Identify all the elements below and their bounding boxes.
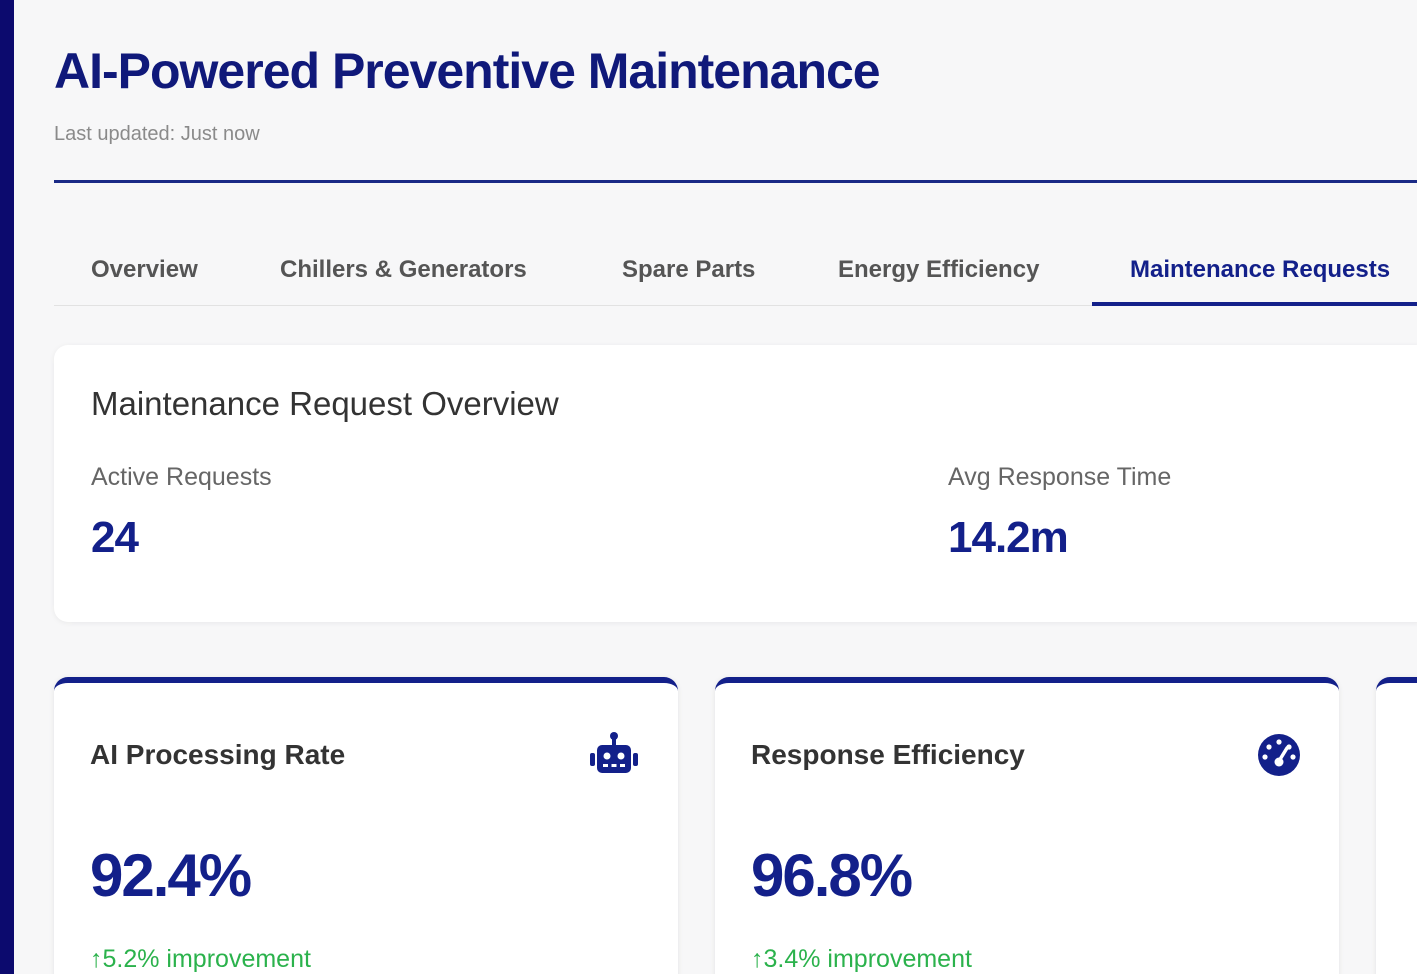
response-efficiency-card: Response Efficiency 96.8% ↑3.4% improvem… xyxy=(715,677,1339,974)
trend-up-icon: ↑ xyxy=(90,945,103,973)
avg-response-time-label: Avg Response Time xyxy=(948,463,1172,491)
metric-trend: ↑5.2% improvement xyxy=(90,945,311,974)
active-requests-value: 24 xyxy=(91,513,139,562)
metric-title: AI Processing Rate xyxy=(90,739,346,770)
active-tab-indicator xyxy=(1092,302,1417,306)
tab-energy-efficiency[interactable]: Energy Efficiency xyxy=(838,256,1039,284)
tab-chillers-generators[interactable]: Chillers & Generators xyxy=(280,256,527,284)
trend-up-icon: ↑ xyxy=(751,945,764,973)
partial-metric-card xyxy=(1376,677,1417,974)
overview-title: Maintenance Request Overview xyxy=(91,385,559,422)
avg-response-time-value: 14.2m xyxy=(948,513,1069,562)
header-divider xyxy=(54,180,1417,183)
metric-title: Response Efficiency xyxy=(751,739,1025,770)
active-requests-label: Active Requests xyxy=(91,463,272,491)
last-updated-text: Last updated: Just now xyxy=(54,123,260,145)
page-title: AI-Powered Preventive Maintenance xyxy=(54,43,881,99)
metric-trend: ↑3.4% improvement xyxy=(751,945,972,974)
ai-processing-rate-card: AI Processing Rate 92.4% ↑5.2% improveme… xyxy=(54,677,678,974)
trend-text: 3.4% improvement xyxy=(763,945,972,973)
dashboard-page: AI-Powered Preventive Maintenance Last u… xyxy=(14,0,1417,974)
tab-spare-parts[interactable]: Spare Parts xyxy=(622,256,755,284)
tab-bar: Overview Chillers & Generators Spare Par… xyxy=(54,240,1417,306)
maintenance-overview-card: Maintenance Request Overview Active Requ… xyxy=(54,345,1417,622)
tab-maintenance-requests[interactable]: Maintenance Requests xyxy=(1130,256,1390,284)
tab-overview[interactable]: Overview xyxy=(91,256,198,284)
trend-text: 5.2% improvement xyxy=(102,945,311,973)
robot-icon xyxy=(588,731,640,779)
gauge-icon xyxy=(1255,731,1307,779)
metric-value: 96.8% xyxy=(751,842,913,909)
metric-value: 92.4% xyxy=(90,842,252,909)
